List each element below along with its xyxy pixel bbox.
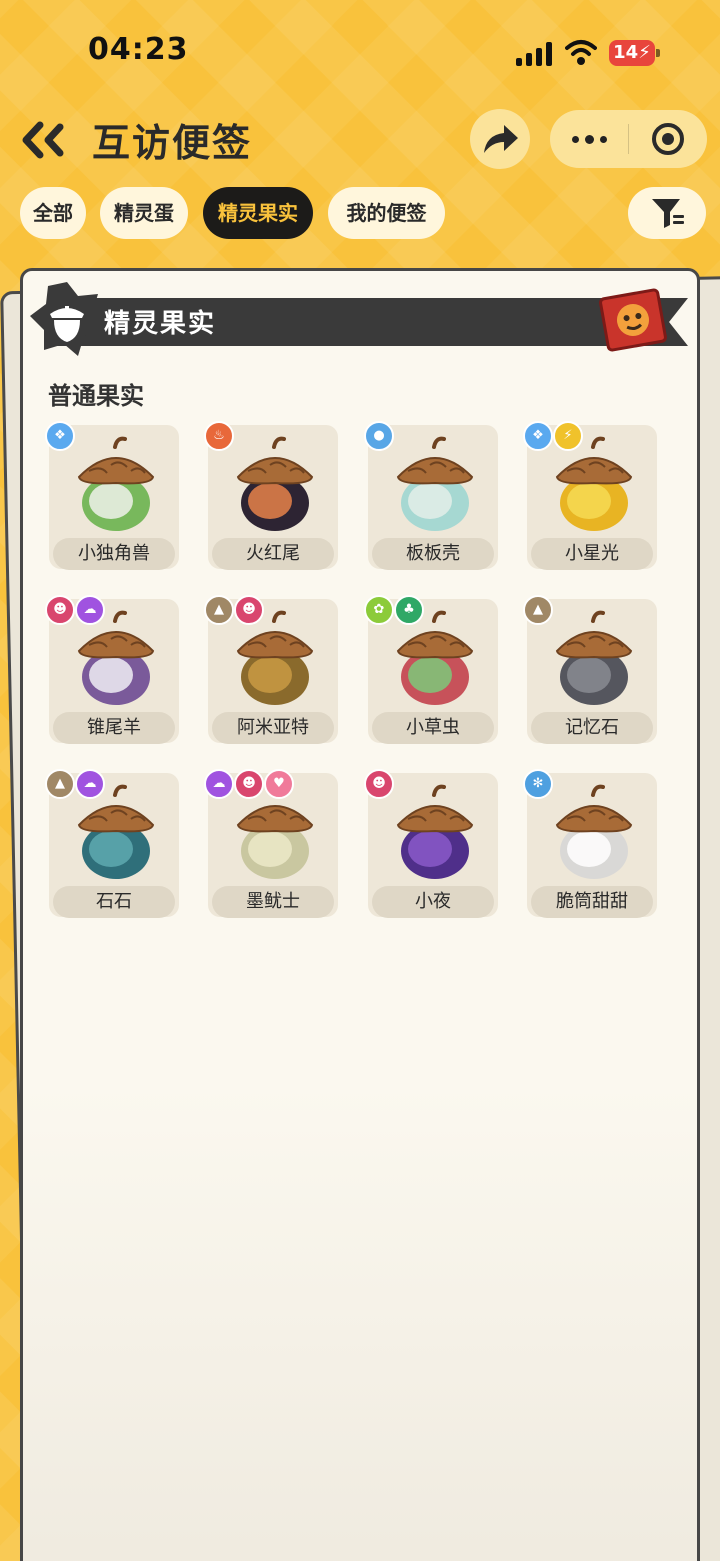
acorn-fruit-icon (396, 436, 474, 531)
fruit-name: 记忆石 (531, 712, 653, 744)
mini-program-capsule (550, 110, 707, 168)
ghost-attribute-icon: ☁ (75, 769, 105, 799)
water-attribute-icon: ● (364, 421, 394, 451)
more-options-button[interactable] (550, 110, 628, 168)
fruit-card[interactable]: ▲ 记忆石 (523, 595, 657, 744)
fruit-name: 锥尾羊 (53, 712, 175, 744)
electric-attribute-icon: ⚡ (553, 421, 583, 451)
page-title: 互访便签 (92, 121, 253, 165)
ice-attribute-icon: ❖ (523, 421, 553, 451)
fruit-name: 墨鱿士 (212, 886, 334, 918)
snow-attribute-icon: ✻ (523, 769, 553, 799)
bug-attribute-icon: ✿ (364, 595, 394, 625)
fruit-card[interactable]: ▲ ☻ 阿米亚特 (204, 595, 338, 744)
panel-header-title: 精灵果实 (104, 309, 217, 339)
ice-attribute-icon: ❖ (45, 421, 75, 451)
fruit-card[interactable]: ❖ ⚡ 小星光 (523, 421, 657, 570)
demon-attribute-icon: ☻ (45, 595, 75, 625)
acorn-fruit-icon (396, 784, 474, 879)
fruit-card[interactable]: ❖ 小独角兽 (45, 421, 179, 570)
fruit-card[interactable]: ✻ 脆筒甜甜 (523, 769, 657, 918)
fire-attribute-icon: ♨ (204, 421, 234, 451)
fruit-name: 板板壳 (372, 538, 494, 570)
filter-icon (652, 199, 684, 228)
share-arrow-icon (484, 125, 518, 153)
section-title: 普通果实 (48, 382, 144, 410)
acorn-fruit-icon (555, 610, 633, 705)
grass-attribute-icon: ♣ (394, 595, 424, 625)
tab-spirit-fruit[interactable]: 精灵果实 (203, 187, 313, 239)
fruit-card[interactable]: ✿ ♣ 小草虫 (364, 595, 498, 744)
acorn-fruit-icon (77, 436, 155, 531)
tab-all[interactable]: 全部 (20, 187, 86, 239)
fruit-name: 小草虫 (372, 712, 494, 744)
close-miniprogram-icon[interactable] (630, 110, 707, 168)
acorn-fruit-icon (555, 784, 633, 879)
ghost-attribute-icon: ☁ (75, 595, 105, 625)
acorn-badge-icon (30, 282, 104, 356)
fruit-card[interactable]: ☻ 小夜 (364, 769, 498, 918)
status-time: 04:23 (88, 32, 189, 67)
ground-attribute-icon: ▲ (204, 595, 234, 625)
tab-spirit-egg[interactable]: 精灵蛋 (100, 187, 188, 239)
battery-icon: 14⚡ (609, 40, 660, 66)
fruit-name: 小夜 (372, 886, 494, 918)
status-bar: 04:23 14⚡ (0, 0, 720, 100)
wifi-icon (565, 40, 597, 65)
demon-attribute-icon: ☻ (234, 769, 264, 799)
fruit-name: 阿米亚特 (212, 712, 334, 744)
fruit-card[interactable]: ● 板板壳 (364, 421, 498, 570)
demon-attribute-icon: ☻ (234, 595, 264, 625)
ticket-badge-icon[interactable] (598, 286, 668, 354)
fruit-name: 小独角兽 (53, 538, 175, 570)
ground-attribute-icon: ▲ (45, 769, 75, 799)
fruit-name: 火红尾 (212, 538, 334, 570)
back-button[interactable] (18, 115, 70, 165)
fruit-name: 小星光 (531, 538, 653, 570)
demon-attribute-icon: ☻ (364, 769, 394, 799)
acorn-fruit-icon (236, 436, 314, 531)
fruit-name: 石石 (53, 886, 175, 918)
fruit-card[interactable]: ☁ ☻ ♥ 墨鱿士 (204, 769, 338, 918)
share-button[interactable] (470, 109, 530, 169)
love-attribute-icon: ♥ (264, 769, 294, 799)
fruit-name: 脆筒甜甜 (531, 886, 653, 918)
fruit-card[interactable]: ▲ ☁ 石石 (45, 769, 179, 918)
cellular-signal-icon (516, 42, 552, 66)
fruit-card[interactable]: ♨ 火红尾 (204, 421, 338, 570)
ground-attribute-icon: ▲ (523, 595, 553, 625)
capsule-divider (628, 124, 629, 154)
tab-my-notes[interactable]: 我的便签 (328, 187, 445, 239)
battery-level: 14 (613, 42, 639, 63)
ghost-attribute-icon: ☁ (204, 769, 234, 799)
fruit-card[interactable]: ☻ ☁ 锥尾羊 (45, 595, 179, 744)
filter-button[interactable] (628, 187, 706, 239)
